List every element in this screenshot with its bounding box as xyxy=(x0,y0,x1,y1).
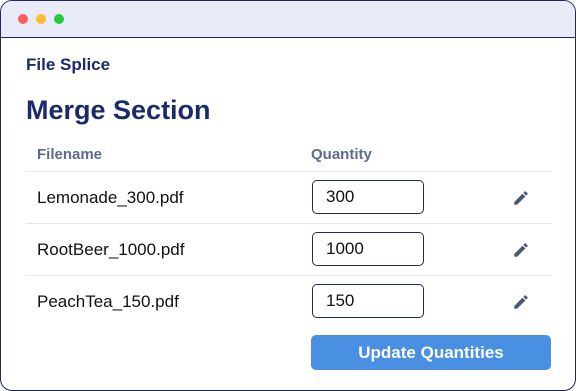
quantity-input[interactable] xyxy=(312,232,424,266)
filename-cell: PeachTea_150.pdf xyxy=(37,292,179,311)
table-row: RootBeer_1000.pdf xyxy=(26,224,551,276)
column-header-quantity: Quantity xyxy=(311,146,372,163)
maximize-window-button[interactable] xyxy=(54,14,64,24)
pencil-icon xyxy=(514,191,528,205)
filename-cell: Lemonade_300.pdf xyxy=(37,188,184,207)
pencil-icon xyxy=(514,295,528,309)
pencil-icon xyxy=(514,243,528,257)
quantity-input[interactable] xyxy=(312,180,424,214)
filename-cell: RootBeer_1000.pdf xyxy=(37,240,185,259)
close-window-button[interactable] xyxy=(18,14,28,24)
minimize-window-button[interactable] xyxy=(36,14,46,24)
quantity-input[interactable] xyxy=(312,284,424,318)
app-window: File Splice Merge Section Filename Quant… xyxy=(0,0,576,391)
files-table: Filename Quantity Lemonade_300.pdf RootB… xyxy=(26,141,551,327)
section-title: Merge Section xyxy=(26,95,211,125)
column-header-filename: Filename xyxy=(37,146,103,163)
edit-row-button[interactable] xyxy=(510,291,532,313)
window-titlebar xyxy=(1,1,575,38)
table-row: Lemonade_300.pdf xyxy=(26,172,551,224)
update-quantities-button[interactable]: Update Quantities xyxy=(311,335,551,370)
edit-row-button[interactable] xyxy=(510,239,532,261)
table-header: Filename Quantity xyxy=(26,141,551,172)
edit-row-button[interactable] xyxy=(510,187,532,209)
table-row: PeachTea_150.pdf xyxy=(26,276,551,327)
app-title: File Splice xyxy=(26,55,111,74)
